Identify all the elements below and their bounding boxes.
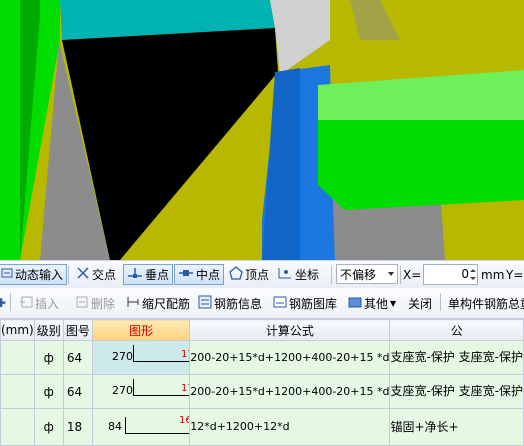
- column-header-grade[interactable]: 级别: [33, 319, 64, 341]
- scale-rebar-label: 缩尺配筋: [142, 296, 191, 311]
- rebar-info-button[interactable]: 钢筋信息: [195, 293, 265, 314]
- other-menu-button[interactable]: 其他 ▼: [345, 293, 399, 314]
- column-header-formula[interactable]: 计算公式: [189, 319, 391, 341]
- snap-toolbar: 动态输入 交点 垂点 中点 顶点 坐标 不偏移 X= 0 mm Y=: [0, 260, 524, 289]
- dynamic-input-button[interactable]: 动态输入: [0, 264, 68, 285]
- middle-length-label: 1644: [179, 415, 189, 426]
- left-length-label: 270: [112, 384, 133, 397]
- coordinate-icon: [277, 266, 293, 283]
- toolbar-separator: [68, 266, 69, 284]
- rebar-library-button[interactable]: 钢筋图库: [270, 293, 340, 314]
- figure-no-cell[interactable]: 18: [62, 408, 94, 446]
- intersection-label: 交点: [92, 268, 117, 282]
- coordinate-snap-button[interactable]: 坐标: [274, 264, 322, 285]
- intersection-snap-button[interactable]: 交点: [73, 264, 119, 285]
- figure-no-cell[interactable]: 64: [62, 374, 94, 409]
- dynamic-input-label: 动态输入: [15, 268, 64, 282]
- component-total-weight-button[interactable]: 单构件钢筋总重: [445, 293, 524, 314]
- toolbar-separator: [331, 266, 332, 284]
- vertex-label: 顶点: [245, 268, 270, 282]
- offset-mode-value: 不偏移: [340, 267, 377, 282]
- figure-no-value: 64: [66, 384, 83, 399]
- offset-mode-select[interactable]: 不偏移: [336, 264, 398, 284]
- figure-no-value: 64: [66, 350, 83, 365]
- intersection-icon: [76, 266, 90, 283]
- grade-cell[interactable]: ф: [33, 408, 64, 446]
- rebar-library-label: 钢筋图库: [289, 296, 338, 311]
- toolbar-separator: [400, 266, 401, 284]
- vertex-icon: [229, 266, 243, 283]
- description-cell[interactable]: 锚固+净长+: [389, 408, 524, 446]
- perpendicular-icon: [127, 266, 143, 283]
- table-row[interactable]: ф 64 270 1760 270 200-20+15*d+1200+400-2…: [0, 340, 524, 375]
- 3d-model-canvas[interactable]: [0, 0, 524, 260]
- midpoint-snap-button[interactable]: 中点: [174, 264, 225, 285]
- column-header-figure-no[interactable]: 图号: [62, 319, 94, 341]
- diameter-cell[interactable]: [0, 340, 35, 375]
- close-label: 关闭: [408, 296, 433, 311]
- middle-length-label: 1760: [181, 383, 189, 394]
- x-coordinate-value: 0: [461, 267, 469, 281]
- rebar-info-label: 钢筋信息: [214, 296, 263, 311]
- dynamic-input-icon: [1, 267, 13, 282]
- figure-cell[interactable]: 270 1760 270: [91, 340, 191, 375]
- description-cell[interactable]: 支座宽-保护 支座宽-保护: [389, 374, 524, 409]
- table-row[interactable]: ф 18 84 1644 12*d+1200+12*d 锚固+净长+: [0, 408, 524, 446]
- x-unit-label: mm: [481, 267, 505, 282]
- x-coordinate-input[interactable]: 0: [423, 264, 478, 285]
- x-coordinate-label: X=: [403, 267, 422, 282]
- insert-button[interactable]: 插入: [16, 293, 62, 314]
- diameter-cell[interactable]: [0, 408, 35, 446]
- green-beam-front: [318, 120, 524, 210]
- midpoint-label: 中点: [196, 268, 221, 282]
- delete-label: 删除: [91, 296, 116, 311]
- chevron-down-icon: [388, 272, 394, 276]
- rebar-library-icon: [273, 295, 287, 312]
- row-arrow-icon: ✚: [0, 296, 7, 310]
- grade-cell[interactable]: ф: [33, 374, 64, 409]
- figure-no-cell[interactable]: 64: [62, 340, 94, 375]
- perpendicular-snap-button[interactable]: 垂点: [123, 264, 174, 285]
- rebar-info-icon: [198, 295, 212, 312]
- left-length-label: 270: [112, 350, 133, 363]
- diameter-cell[interactable]: [0, 374, 35, 409]
- coordinate-label: 坐标: [295, 268, 320, 282]
- spin-button-icon[interactable]: [470, 266, 476, 283]
- 3d-viewport[interactable]: [0, 0, 524, 260]
- vertex-snap-button[interactable]: 顶点: [226, 264, 272, 285]
- insert-label: 插入: [35, 296, 60, 311]
- toolbar-separator: [10, 293, 11, 311]
- component-total-weight-label: 单构件钢筋总重: [448, 296, 524, 311]
- grade-cell[interactable]: ф: [33, 340, 64, 375]
- table-row[interactable]: ф 64 270 1760 270 200-20+15*d+1200+400-2…: [0, 374, 524, 409]
- close-button[interactable]: 关闭: [405, 293, 435, 314]
- scale-rebar-button[interactable]: 缩尺配筋: [123, 293, 193, 314]
- other-icon: [348, 295, 362, 312]
- toolbar-separator: [440, 293, 441, 311]
- table-header-row: (mm) 级别 图号 图形 计算公式 公: [0, 319, 524, 341]
- formula-cell[interactable]: 200-20+15*d+1200+400-20+15 *d: [189, 374, 391, 409]
- dropdown-arrow-icon: ▼: [390, 298, 397, 308]
- left-length-label: 84: [108, 420, 122, 433]
- formula-cell[interactable]: 200-20+15*d+1200+400-20+15 *d: [189, 340, 391, 375]
- figure-no-value: 18: [66, 420, 83, 434]
- column-header-description[interactable]: 公: [389, 319, 524, 341]
- delete-icon: [75, 295, 89, 312]
- perpendicular-label: 垂点: [145, 268, 170, 282]
- rebar-table: (mm) 级别 图号 图形 计算公式 公 ф 64 270 1760 270 2…: [0, 319, 524, 446]
- scale-rebar-icon: [126, 295, 140, 312]
- figure-cell[interactable]: 270 1760 270: [91, 374, 191, 409]
- insert-icon: [19, 295, 33, 312]
- rebar-toolbar: ✚ 插入 删除 缩尺配筋 钢筋信息 钢筋图库 其他 ▼ 关闭 单构件钢筋总重: [0, 288, 524, 319]
- figure-cell[interactable]: 84 1644: [91, 408, 191, 446]
- y-coordinate-label: Y=: [506, 267, 524, 282]
- column-header-figure[interactable]: 图形: [91, 319, 191, 341]
- column-header-diameter[interactable]: (mm): [0, 319, 35, 341]
- other-label: 其他: [364, 296, 389, 311]
- description-cell[interactable]: 支座宽-保护 支座宽-保护: [389, 340, 524, 375]
- formula-cell[interactable]: 12*d+1200+12*d: [189, 408, 391, 446]
- middle-length-label: 1760: [181, 349, 189, 360]
- midpoint-icon: [178, 266, 194, 283]
- delete-button[interactable]: 删除: [72, 293, 118, 314]
